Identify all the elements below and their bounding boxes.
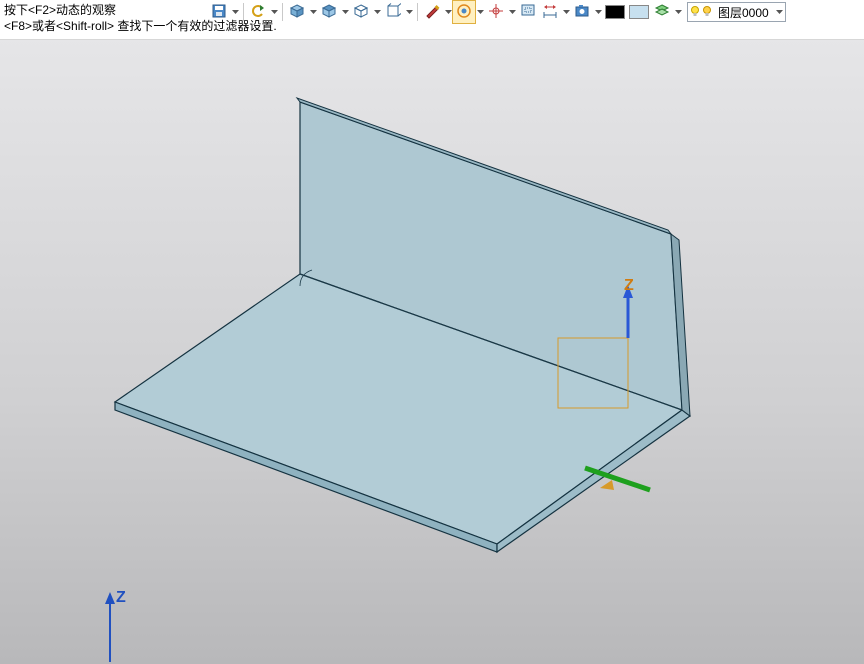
zoom-window-icon [520, 3, 536, 22]
separator [282, 3, 283, 21]
view-top-button[interactable] [318, 1, 340, 23]
target-icon [488, 3, 504, 22]
view-outline-button[interactable] [382, 1, 404, 23]
black-swatch-icon [605, 5, 625, 19]
layers-icon [654, 3, 670, 22]
measure-dropdown[interactable] [561, 10, 571, 14]
bulb-on-icon [690, 5, 700, 19]
measure-button[interactable] [539, 1, 561, 23]
viewport-3d[interactable]: Z Z [0, 40, 864, 664]
view-iso-dropdown[interactable] [308, 10, 318, 14]
capture-button[interactable] [571, 1, 593, 23]
zoom-window-button[interactable] [517, 1, 539, 23]
cube-wire-icon [353, 3, 369, 22]
save-icon [211, 3, 227, 22]
layer-selector[interactable]: 图层0000 [687, 2, 786, 22]
separator [243, 3, 244, 21]
orbit-button[interactable] [453, 1, 475, 23]
undo-icon [250, 3, 266, 22]
top-bar: 按下<F2>动态的观察 <F8>或者<Shift-roll> 查找下一个有效的过… [0, 0, 864, 40]
view-outline-dropdown[interactable] [404, 10, 414, 14]
layer-visibility-icons [688, 5, 714, 19]
cube-outline-icon [385, 3, 401, 22]
triad-z-label: Z [116, 589, 126, 606]
capture-dropdown[interactable] [593, 10, 603, 14]
brush-icon [424, 3, 440, 22]
light-swatch-icon [629, 5, 649, 19]
part-model [115, 98, 690, 552]
target-button[interactable] [485, 1, 507, 23]
view-top-dropdown[interactable] [340, 10, 350, 14]
bulb-dim-icon [702, 5, 712, 19]
orbit-icon [456, 3, 472, 22]
view-iso-button[interactable] [286, 1, 308, 23]
orientation-triad: Z [105, 589, 126, 662]
hint-line1: 按下<F2>动态的观察 [4, 3, 116, 17]
toolbar: 图层0000 [208, 0, 786, 24]
view-wire-button[interactable] [350, 1, 372, 23]
view-wire-dropdown[interactable] [372, 10, 382, 14]
layer-name-label: 图层0000 [714, 4, 775, 21]
layer-dropdown[interactable] [775, 10, 785, 14]
brush-dropdown[interactable] [443, 10, 453, 14]
orbit-dropdown[interactable] [475, 10, 485, 14]
undo-dropdown[interactable] [269, 10, 279, 14]
save-button[interactable] [208, 1, 230, 23]
axis-z-label: Z [624, 277, 634, 294]
undo-button[interactable] [247, 1, 269, 23]
app: 按下<F2>动态的观察 <F8>或者<Shift-roll> 查找下一个有效的过… [0, 0, 864, 664]
cube-top-icon [321, 3, 337, 22]
camera-icon [574, 3, 590, 22]
layers-dropdown[interactable] [673, 10, 683, 14]
separator [417, 3, 418, 21]
layers-button[interactable] [651, 1, 673, 23]
save-dropdown[interactable] [230, 10, 240, 14]
measure-icon [542, 3, 558, 22]
brush-button[interactable] [421, 1, 443, 23]
target-dropdown[interactable] [507, 10, 517, 14]
black-swatch-button[interactable] [603, 1, 627, 23]
cube-iso-icon [289, 3, 305, 22]
light-swatch-button[interactable] [627, 1, 651, 23]
